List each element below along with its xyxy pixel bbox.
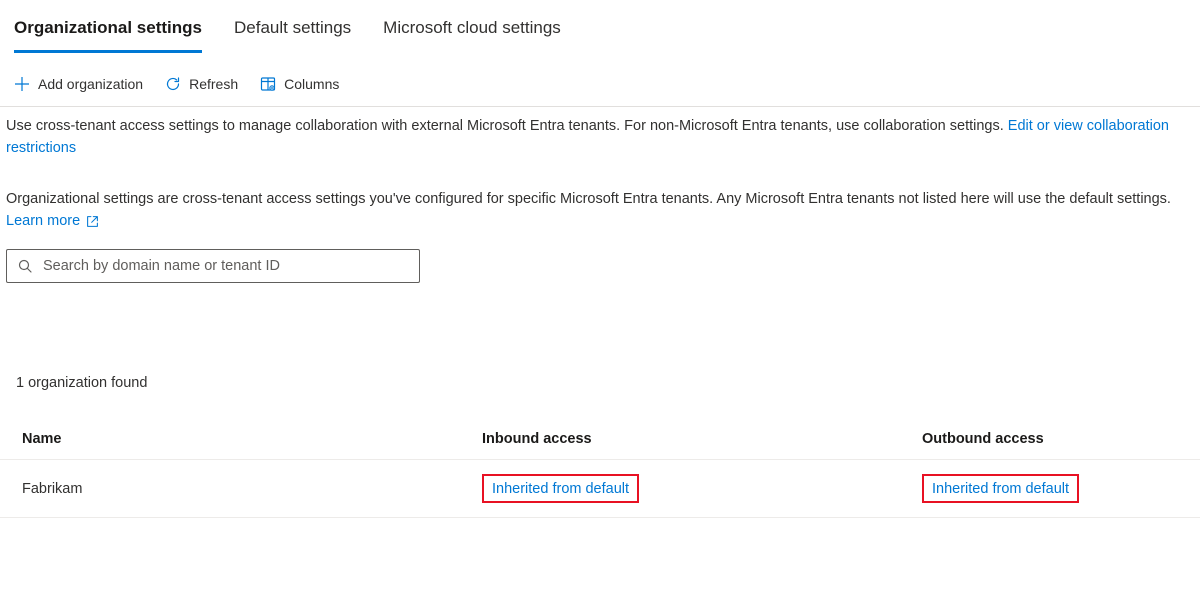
tabs-bar: Organizational settings Default settings…	[0, 0, 1200, 54]
org-name-cell[interactable]: Fabrikam	[22, 481, 482, 497]
search-icon	[17, 258, 33, 274]
learn-more-label: Learn more	[6, 213, 80, 229]
columns-label: Columns	[284, 76, 339, 92]
tab-microsoft-cloud-settings[interactable]: Microsoft cloud settings	[383, 18, 561, 53]
external-link-icon	[86, 215, 99, 228]
search-input[interactable]	[43, 258, 409, 274]
search-box[interactable]	[6, 249, 420, 283]
refresh-button[interactable]: Refresh	[165, 76, 238, 92]
highlight-outbound: Inherited from default	[922, 474, 1079, 503]
columns-button[interactable]: Columns	[260, 76, 339, 92]
column-header-name[interactable]: Name	[22, 431, 482, 447]
description-block-2: Organizational settings are cross-tenant…	[0, 160, 1200, 210]
inbound-access-link[interactable]: Inherited from default	[492, 481, 629, 497]
tab-organizational-settings[interactable]: Organizational settings	[14, 18, 202, 53]
plus-icon	[14, 76, 30, 92]
description-text-2: Organizational settings are cross-tenant…	[6, 191, 1171, 207]
organizations-table: Name Inbound access Outbound access Fabr…	[0, 431, 1200, 518]
toolbar: Add organization Refresh Columns	[0, 54, 1200, 107]
inbound-access-cell: Inherited from default	[482, 474, 922, 503]
outbound-access-cell: Inherited from default	[922, 474, 1200, 503]
table-row: Fabrikam Inherited from default Inherite…	[0, 460, 1200, 518]
column-header-inbound[interactable]: Inbound access	[482, 431, 922, 447]
refresh-label: Refresh	[189, 76, 238, 92]
refresh-icon	[165, 76, 181, 92]
tab-default-settings[interactable]: Default settings	[234, 18, 351, 53]
description-block-1: Use cross-tenant access settings to mana…	[0, 107, 1200, 160]
description-text-1: Use cross-tenant access settings to mana…	[6, 118, 1008, 134]
table-header: Name Inbound access Outbound access	[0, 431, 1200, 460]
column-header-outbound[interactable]: Outbound access	[922, 431, 1200, 447]
add-organization-button[interactable]: Add organization	[14, 76, 143, 92]
results-count: 1 organization found	[0, 283, 1200, 391]
learn-more-link[interactable]: Learn more	[6, 213, 99, 229]
highlight-inbound: Inherited from default	[482, 474, 639, 503]
outbound-access-link[interactable]: Inherited from default	[932, 481, 1069, 497]
add-organization-label: Add organization	[38, 76, 143, 92]
columns-icon	[260, 76, 276, 92]
